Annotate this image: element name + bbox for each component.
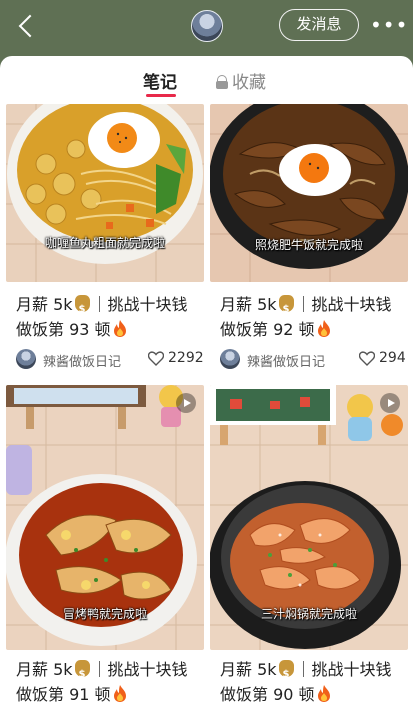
like-count: 294 (379, 350, 406, 366)
note-card[interactable]: 咖喱鱼丸粗面就完成啦 月薪 5k ｜挑战十块钱 做饭第 93 顿 辣酱做饭日记 2… (6, 104, 204, 384)
profile-avatar[interactable] (191, 10, 223, 42)
cover-caption: 照烧肥牛饭就完成啦 (254, 238, 363, 252)
note-title: 月薪 5k ｜挑战十块钱 做饭第 92 顿 (220, 292, 406, 342)
title-line2: 做饭第 90 顿 (220, 685, 315, 704)
title-line2: 做饭第 93 顿 (16, 320, 111, 339)
lock-icon (216, 75, 228, 89)
tab-active-indicator (146, 94, 176, 97)
title-line2: 做饭第 92 顿 (220, 320, 315, 339)
title-line2: 做饭第 91 顿 (16, 685, 111, 704)
fire-icon (317, 320, 330, 337)
title-prefix: 月薪 5k (220, 660, 277, 679)
note-cover-image: 照烧肥牛饭就完成啦 (210, 104, 408, 282)
like-count: 2292 (168, 350, 204, 366)
more-button[interactable]: ••• (370, 13, 407, 37)
cover-caption: 冒烤鸭就完成啦 (62, 607, 147, 621)
fire-icon (317, 685, 330, 702)
tab-favorites-label: 收藏 (232, 73, 266, 93)
title-prefix: 月薪 5k (16, 660, 73, 679)
title-prefix: 月薪 5k (16, 295, 73, 314)
send-message-button[interactable]: 发消息 (279, 9, 359, 41)
more-dots-icon: ••• (370, 13, 409, 37)
note-cover-image: 三汁焖锅就完成啦 (210, 385, 408, 650)
title-prefix: 月薪 5k (220, 295, 277, 314)
title-mid: ｜挑战十块钱 (295, 660, 392, 679)
author-avatar[interactable] (220, 349, 240, 369)
author-avatar[interactable] (16, 349, 36, 369)
tab-favorites[interactable]: 收藏 (216, 68, 266, 93)
fire-icon (113, 320, 126, 337)
cover-caption: 咖喱鱼丸粗面就完成啦 (44, 236, 165, 250)
top-bar: 发消息 ••• (0, 0, 413, 56)
video-play-icon (176, 393, 196, 413)
money-bag-icon (74, 660, 90, 687)
content-sheet: 笔记 收藏 咖喱鱼丸粗面就完成啦 月薪 5k$ ｜挑战十块钱 做饭第 93 顿 … (0, 56, 413, 713)
heart-icon[interactable] (148, 351, 164, 366)
money-bag-icon (278, 660, 294, 687)
note-card[interactable]: 三汁焖锅就完成啦 月薪 5k ｜挑战十块钱 做饭第 90 顿 (210, 385, 408, 713)
back-button[interactable] (14, 12, 40, 40)
note-title: 月薪 5k ｜挑战十块钱 做饭第 93 顿 (16, 292, 202, 342)
money-bag-icon (74, 295, 90, 322)
note-meta: 辣酱做饭日记 294 (220, 347, 406, 371)
cover-caption: 三汁焖锅就完成啦 (260, 607, 357, 621)
note-title: 月薪 5k ｜挑战十块钱 做饭第 90 顿 (220, 657, 406, 707)
author-name[interactable]: 辣酱做饭日记 (43, 351, 121, 370)
video-play-icon (380, 393, 400, 413)
heart-icon[interactable] (359, 351, 375, 366)
title-mid: ｜挑战十块钱 (91, 295, 188, 314)
note-card[interactable]: 冒烤鸭就完成啦 月薪 5k ｜挑战十块钱 做饭第 91 顿 (6, 385, 204, 713)
fire-icon (113, 685, 126, 702)
tab-bar: 笔记 收藏 (0, 56, 413, 102)
note-cover-image: 冒烤鸭就完成啦 (6, 385, 204, 650)
money-bag-icon (278, 295, 294, 322)
author-name[interactable]: 辣酱做饭日记 (247, 351, 325, 370)
tab-notes[interactable]: 笔记 (143, 68, 177, 93)
note-cover-image: 咖喱鱼丸粗面就完成啦 (6, 104, 204, 282)
note-card[interactable]: 照烧肥牛饭就完成啦 月薪 5k ｜挑战十块钱 做饭第 92 顿 辣酱做饭日记 29… (210, 104, 408, 384)
title-mid: ｜挑战十块钱 (91, 660, 188, 679)
note-title: 月薪 5k ｜挑战十块钱 做饭第 91 顿 (16, 657, 202, 707)
note-meta: 辣酱做饭日记 2292 (16, 347, 204, 371)
title-mid: ｜挑战十块钱 (295, 295, 392, 314)
